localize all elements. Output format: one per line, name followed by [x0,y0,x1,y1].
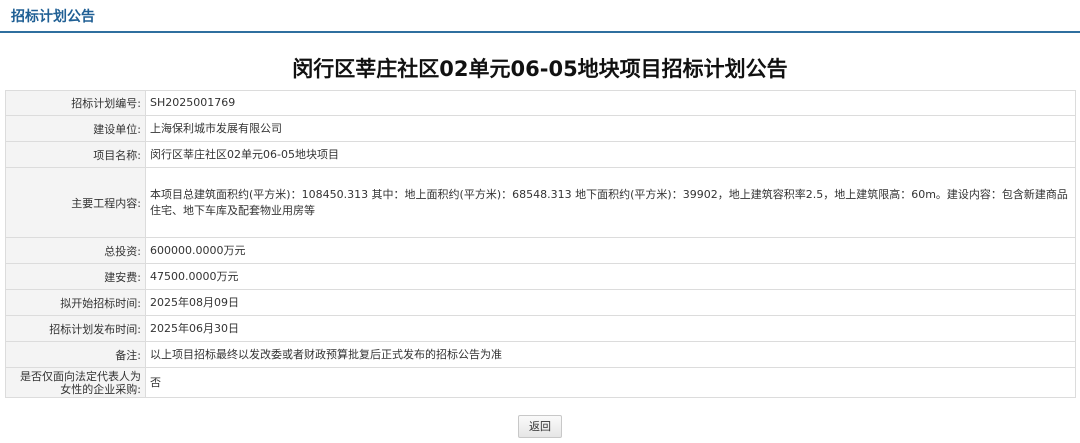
table-row-plan-number: 招标计划编号: SH2025001769 [5,90,1076,116]
row-value: 上海保利城市发展有限公司 [145,115,1076,142]
table-row-builder: 建设单位: 上海保利城市发展有限公司 [5,115,1076,142]
row-value: 2025年06月30日 [145,315,1076,342]
section-header: 招标计划公告 [0,0,1080,33]
row-value: 2025年08月09日 [145,289,1076,316]
row-value: 闵行区莘庄社区02单元06-05地块项目 [145,141,1076,168]
row-label: 建设单位: [5,115,146,142]
table-row-remarks: 备注: 以上项目招标最终以发改委或者财政预算批复后正式发布的招标公告为准 [5,341,1076,368]
row-label: 建安费: [5,263,146,290]
table-row-project-name: 项目名称: 闵行区莘庄社区02单元06-05地块项目 [5,141,1076,168]
row-label: 主要工程内容: [5,167,146,238]
row-label: 是否仅面向法定代表人为女性的企业采购: [5,367,146,398]
row-label: 备注: [5,341,146,368]
table-row-tender-start: 拟开始招标时间: 2025年08月09日 [5,289,1076,316]
row-label: 招标计划发布时间: [5,315,146,342]
table-row-main-content: 主要工程内容: 本项目总建筑面积约(平方米)：108450.313 其中：地上面… [5,167,1076,238]
table-row-female-rep: 是否仅面向法定代表人为女性的企业采购: 否 [5,367,1076,398]
row-value: SH2025001769 [145,90,1076,116]
row-value: 否 [145,367,1076,398]
row-value: 本项目总建筑面积约(平方米)：108450.313 其中：地上面积约(平方米)：… [145,167,1076,238]
info-table: 招标计划编号: SH2025001769 建设单位: 上海保利城市发展有限公司 … [5,90,1076,398]
page-title: 闵行区莘庄社区02单元06-05地块项目招标计划公告 [292,57,788,81]
row-label: 总投资: [5,237,146,264]
row-label: 拟开始招标时间: [5,289,146,316]
section-title: 招标计划公告 [11,8,95,25]
row-label: 招标计划编号: [5,90,146,116]
table-row-construction-cost: 建安费: 47500.0000万元 [5,263,1076,290]
back-button[interactable]: 返回 [518,415,562,438]
table-row-publish-date: 招标计划发布时间: 2025年06月30日 [5,315,1076,342]
footer: 返回 [0,415,1080,438]
table-row-total-investment: 总投资: 600000.0000万元 [5,237,1076,264]
row-value: 600000.0000万元 [145,237,1076,264]
row-label: 项目名称: [5,141,146,168]
row-value: 以上项目招标最终以发改委或者财政预算批复后正式发布的招标公告为准 [145,341,1076,368]
row-value: 47500.0000万元 [145,263,1076,290]
